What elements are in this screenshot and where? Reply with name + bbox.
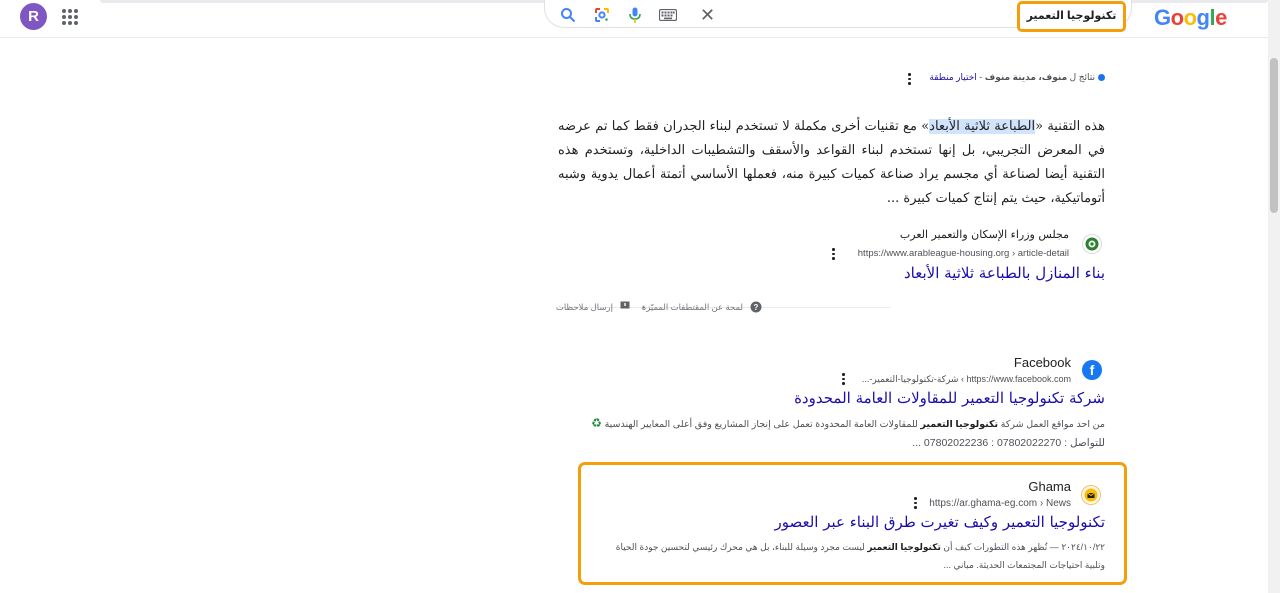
snippet-highlight: الطباعة ثلاثية الأبعاد [929, 119, 1036, 134]
featured-result-menu-icon[interactable] [831, 248, 835, 260]
location-place: منوف، مدينة منوف [984, 72, 1068, 82]
annotation-highlight-box [578, 462, 1127, 585]
feedback-icon[interactable] [620, 301, 630, 313]
logo-letter: o [1183, 5, 1197, 30]
change-location-link[interactable]: اختيار منطقة [929, 72, 976, 82]
facebook-site-name-row: Facebook [1014, 355, 1071, 370]
featured-result-title-link[interactable]: بناء المنازل بالطباعة ثلاثية الأبعاد [904, 264, 1105, 282]
facebook-site-url[interactable]: https://www.facebook.com › شركة-تكنولوجي… [862, 374, 1071, 385]
search-results-page: R ✕ تكنولوجيا التعمير Google نتائج ل منو… [0, 0, 1280, 593]
microphone-icon[interactable] [629, 7, 641, 24]
facebook-result-menu-icon[interactable] [841, 373, 845, 385]
logo-letter: G [1154, 5, 1171, 30]
facebook-desc-line-1: من احد مواقع العمل شركة تكنولوجيا التعمي… [585, 414, 1105, 434]
page-scrollbar[interactable] [1268, 0, 1280, 593]
facebook-site-name: Facebook [1013, 355, 1071, 370]
about-snippets-link[interactable]: لمحة عن المقتطفات المميّزة [642, 302, 743, 313]
account-avatar[interactable]: R [20, 3, 47, 30]
location-prefix: نتائج ل [1069, 72, 1095, 82]
featured-site-name-row: مجلس وزراء الإسكان والتعمير العرب [900, 228, 1069, 241]
location-separator: - [976, 72, 985, 82]
google-lens-icon[interactable] [594, 7, 610, 23]
featured-snippet-footer: ? لمحة عن المقتطفات المميّزة • إرسال ملا… [556, 301, 1105, 315]
desc-text: للمقاولات العامة المحدودة تعمل على إنجاز… [604, 419, 921, 430]
recycle-emoji-icon: ♻ [591, 416, 602, 430]
arableague-favicon [1082, 234, 1102, 254]
apps-grid-icon[interactable] [62, 9, 78, 25]
more-options-icon[interactable] [907, 73, 911, 85]
facebook-result-description: من احد مواقع العمل شركة تكنولوجيا التعمي… [585, 414, 1105, 452]
close-icon[interactable]: ✕ [700, 6, 715, 24]
google-logo[interactable]: Google [1154, 5, 1227, 31]
facebook-desc-line-2: للتواصل : 07802022270 : 07802022236 ... [912, 437, 1105, 449]
logo-letter: o [1170, 5, 1184, 30]
svg-text:?: ? [754, 303, 759, 312]
desc-text: من احد مواقع العمل شركة [998, 419, 1105, 430]
footer-bullet: • [642, 302, 645, 312]
featured-site-name: مجلس وزراء الإسكان والتعمير العرب [899, 228, 1069, 241]
facebook-favicon: f [1082, 360, 1102, 380]
location-line: نتائج ل منوف، مدينة منوف - اختيار منطقة [880, 72, 1105, 86]
help-icon[interactable]: ? [750, 301, 762, 315]
featured-site-url[interactable]: https://www.arableague-housing.org › art… [858, 248, 1069, 259]
top-header: R ✕ تكنولوجيا التعمير Google [0, 0, 1268, 38]
facebook-result-title-link[interactable]: شركة تكنولوجيا التعمير للمقاولات العامة … [794, 389, 1105, 407]
featured-snippet-text: هذه التقنية «الطباعة ثلاثية الأبعاد» مع … [558, 115, 1105, 211]
search-query-text[interactable]: تكنولوجيا التعمير [1017, 1, 1126, 32]
keyboard-icon[interactable] [659, 9, 677, 21]
logo-letter: g [1196, 5, 1210, 30]
desc-bold: تكنولوجيا التعمير [920, 419, 999, 430]
scrollbar-thumb[interactable] [1270, 58, 1278, 213]
snippet-text-before: هذه التقنية « [1035, 119, 1105, 134]
search-icon[interactable] [560, 7, 576, 23]
featured-site-url-row[interactable]: https://www.arableague-housing.org › art… [858, 248, 1069, 259]
logo-letter: e [1215, 5, 1227, 30]
location-dot-icon [1098, 74, 1105, 82]
send-feedback-link[interactable]: إرسال ملاحظات [556, 302, 613, 313]
facebook-site-url-row[interactable]: https://www.facebook.com › شركة-تكنولوجي… [862, 374, 1071, 385]
